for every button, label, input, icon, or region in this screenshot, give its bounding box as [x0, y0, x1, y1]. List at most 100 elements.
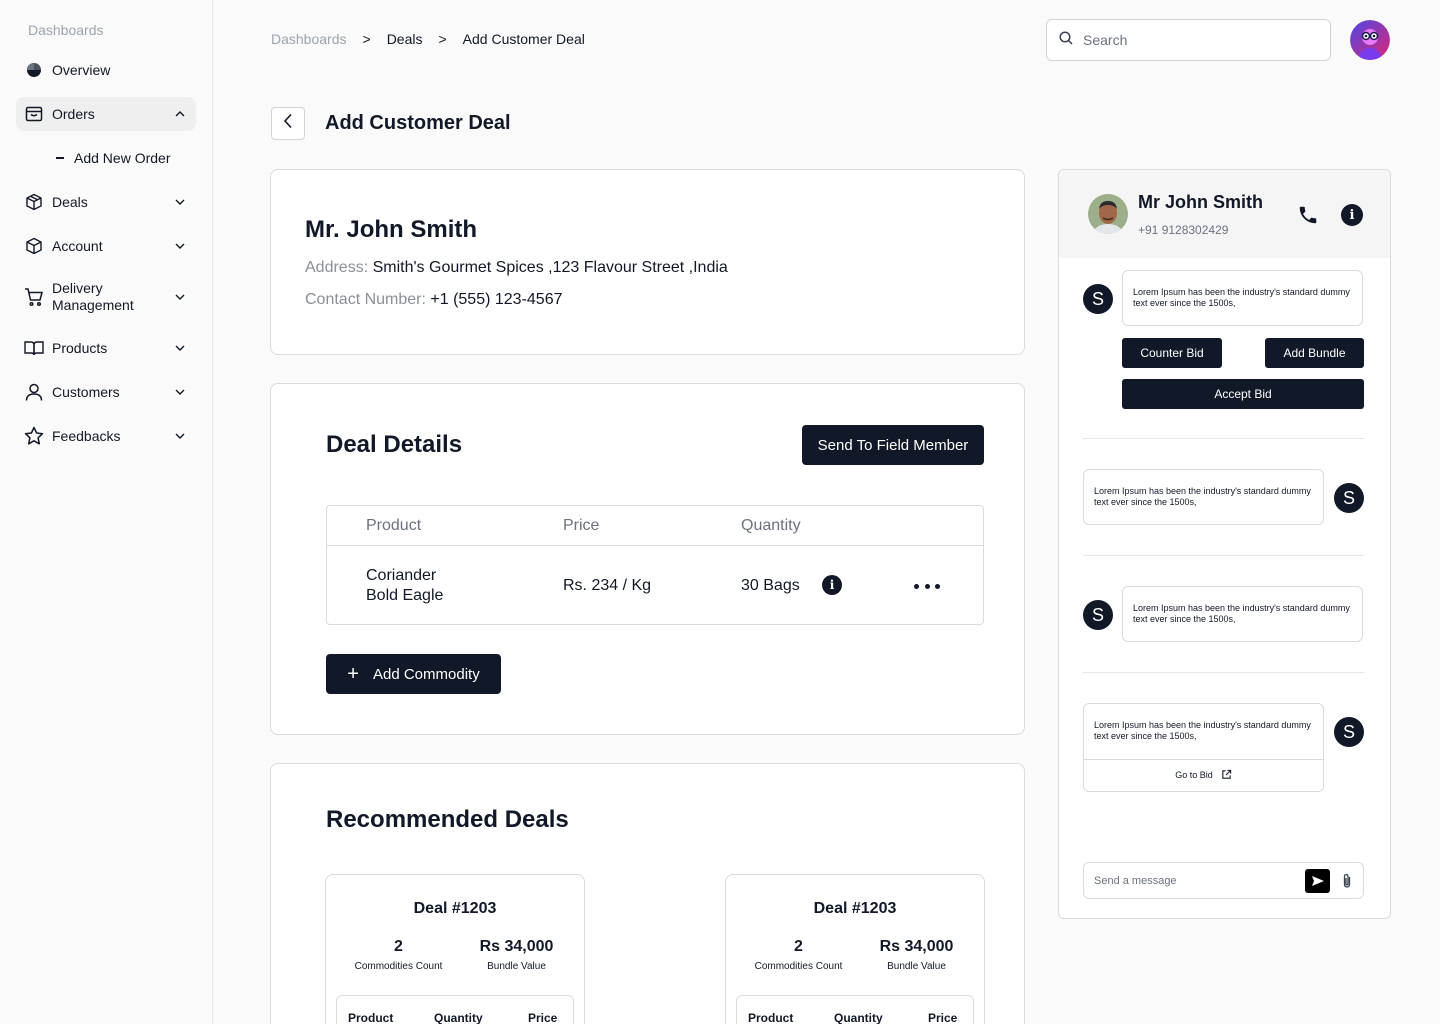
sidebar-section-title: Dashboards	[28, 22, 104, 38]
sidebar-subitem-add-new-order[interactable]: Add New Order	[56, 148, 170, 168]
pie-chart-icon	[24, 60, 44, 80]
counter-bid-button[interactable]: Counter Bid	[1122, 338, 1222, 368]
customer-address: Address: Smith's Gourmet Spices ,123 Fla…	[305, 259, 728, 277]
sidebar-item-products[interactable]: Products	[16, 331, 196, 365]
sidebar-item-customers[interactable]: Customers	[16, 375, 196, 409]
back-button[interactable]	[271, 107, 305, 140]
external-link-icon	[1213, 769, 1232, 783]
column-header-price: Price	[928, 1011, 958, 1024]
chat-message: Lorem Ipsum has been the industry's stan…	[1083, 469, 1324, 525]
column-header-product: Product	[348, 1011, 394, 1024]
more-options-icon[interactable]	[914, 576, 940, 596]
accept-bid-button[interactable]: Accept Bid	[1122, 379, 1364, 409]
user-icon	[24, 382, 44, 402]
breadcrumb-deals[interactable]: Deals	[387, 31, 423, 47]
contact-name: Mr John Smith	[1138, 192, 1263, 212]
sidebar-item-account[interactable]: Account	[16, 229, 196, 263]
deal-details-card: Deal Details Send To Field Member Produc…	[270, 383, 1025, 735]
bundle-value-stat: Rs 34,000 Bundle Value	[864, 938, 969, 972]
column-header-product: Product	[748, 1011, 794, 1024]
search-input[interactable]	[1083, 32, 1303, 48]
sidebar: Dashboards Overview Orders Add New Order…	[0, 0, 213, 1024]
star-icon	[24, 426, 44, 446]
deal-table: Product Price Quantity Coriander Bold Ea…	[326, 505, 984, 625]
bundle-value: Rs 34,000	[479, 938, 554, 955]
go-to-bid-link[interactable]: Go to Bid	[1084, 759, 1323, 791]
chat-message-text: Lorem Ipsum has been the industry's stan…	[1094, 720, 1311, 741]
commodities-count-label: Commodities Count	[354, 961, 443, 972]
book-icon	[24, 338, 44, 358]
cube-icon	[24, 192, 44, 212]
message-divider	[1083, 438, 1364, 439]
send-to-field-member-button[interactable]: Send To Field Member	[802, 425, 984, 465]
breadcrumb-separator: >	[362, 31, 371, 47]
sidebar-item-feedbacks[interactable]: Feedbacks	[16, 419, 196, 453]
column-header-product: Product	[366, 517, 422, 534]
deal-card-title: Deal #1203	[413, 900, 497, 917]
info-icon[interactable]: i	[1341, 204, 1363, 226]
chevron-down-icon[interactable]	[174, 342, 186, 354]
chevron-down-icon[interactable]	[174, 196, 186, 208]
chevron-up-icon[interactable]	[174, 108, 186, 120]
message-composer	[1083, 862, 1364, 899]
inbox-icon	[24, 104, 44, 124]
sidebar-item-label: Orders	[52, 105, 95, 122]
add-commodity-button[interactable]: + Add Commodity	[326, 654, 501, 694]
sender-avatar: S	[1083, 600, 1113, 630]
search-box[interactable]	[1046, 19, 1331, 61]
address-value: Smith's Gourmet Spices ,123 Flavour Stre…	[372, 259, 728, 276]
cell-product: Coriander Bold Eagle	[366, 566, 443, 606]
sender-avatar: S	[1334, 717, 1364, 747]
chevron-down-icon[interactable]	[174, 430, 186, 442]
customer-card: Mr. John Smith Address: Smith's Gourmet …	[270, 169, 1025, 355]
contact-phone: +91 9128302429	[1138, 223, 1229, 237]
chevron-down-icon[interactable]	[174, 291, 186, 303]
recommended-deal-card[interactable]: Deal #1203 2 Commodities Count Rs 34,000…	[325, 874, 585, 1024]
chevron-left-icon	[283, 113, 293, 134]
chat-message-with-link: Lorem Ipsum has been the industry's stan…	[1083, 703, 1324, 792]
bundle-value-label: Bundle Value	[887, 961, 946, 972]
phone-icon[interactable]	[1297, 204, 1319, 226]
chevron-down-icon[interactable]	[174, 240, 186, 252]
add-commodity-label: Add Commodity	[372, 665, 480, 683]
sidebar-item-delivery-management[interactable]: Delivery Management	[16, 276, 196, 318]
cell-quantity: 30 Bags	[741, 577, 800, 594]
message-input[interactable]	[1094, 874, 1294, 887]
sidebar-subitem-label: Add New Order	[74, 150, 171, 166]
chat-message: Lorem Ipsum has been the industry's stan…	[1122, 270, 1363, 326]
add-bundle-button[interactable]: Add Bundle	[1265, 338, 1364, 368]
deal-card-table: Product Quantity Price	[336, 995, 574, 1024]
bundle-value: Rs 34,000	[879, 938, 954, 955]
column-header-quantity: Quantity	[434, 1011, 483, 1024]
info-icon[interactable]: i	[822, 575, 842, 595]
table-divider	[327, 545, 983, 546]
bundle-value-label: Bundle Value	[487, 961, 546, 972]
send-icon[interactable]	[1305, 869, 1330, 893]
label-line-1: Delivery	[52, 280, 103, 296]
breadcrumb-dashboards[interactable]: Dashboards	[271, 31, 347, 47]
paperclip-icon[interactable]	[1339, 871, 1355, 891]
sidebar-item-label: Feedbacks	[52, 427, 121, 444]
column-header-quantity: Quantity	[741, 517, 801, 534]
bundle-value-stat: Rs 34,000 Bundle Value	[464, 938, 569, 972]
column-header-price: Price	[563, 517, 600, 534]
chevron-down-icon[interactable]	[174, 386, 186, 398]
message-divider	[1083, 555, 1364, 556]
product-brand: Bold Eagle	[366, 587, 444, 604]
commodities-count-label: Commodities Count	[754, 961, 843, 972]
user-avatar[interactable]	[1350, 20, 1390, 60]
recommended-deals-title: Recommended Deals	[326, 806, 569, 833]
chat-message: Lorem Ipsum has been the industry's stan…	[1122, 586, 1363, 642]
dash-icon	[56, 157, 64, 159]
breadcrumb: Dashboards > Deals > Add Customer Deal	[271, 31, 585, 47]
column-header-quantity: Quantity	[834, 1011, 883, 1024]
sidebar-item-deals[interactable]: Deals	[16, 185, 196, 219]
sidebar-item-orders[interactable]: Orders	[16, 97, 196, 131]
commodities-count: 2	[794, 938, 803, 955]
plus-icon: +	[347, 662, 359, 685]
cart-icon	[24, 287, 44, 307]
recommended-deal-card[interactable]: Deal #1203 2 Commodities Count Rs 34,000…	[725, 874, 985, 1024]
contact-avatar	[1088, 194, 1128, 234]
sidebar-item-overview[interactable]: Overview	[16, 53, 196, 87]
chat-header: Mr John Smith +91 9128302429 i	[1059, 170, 1390, 258]
